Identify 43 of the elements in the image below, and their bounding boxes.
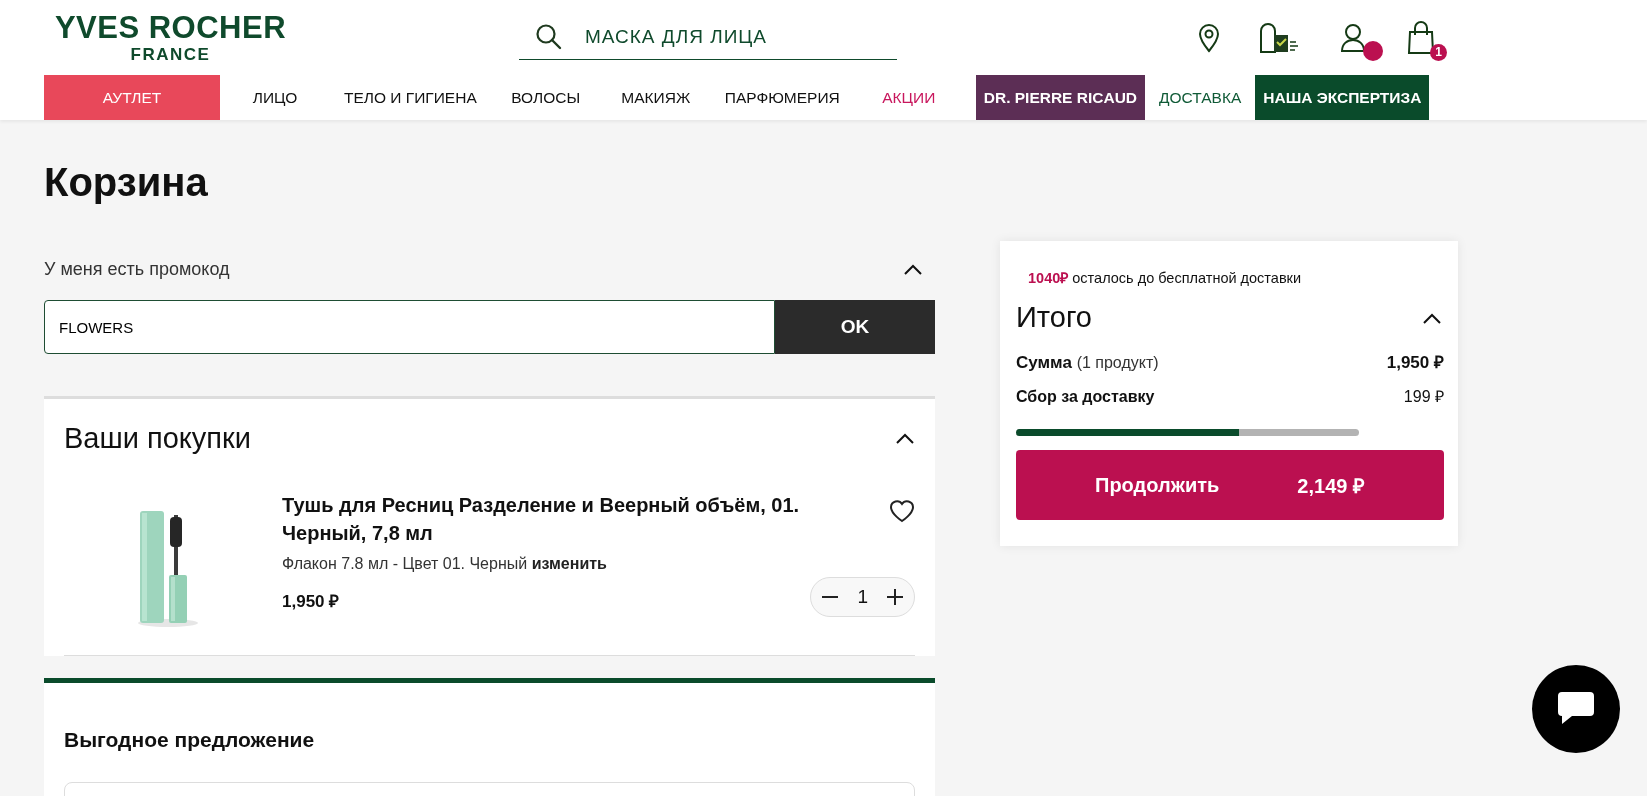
heart-icon[interactable] (889, 499, 915, 523)
logo-country: FRANCE (130, 46, 211, 63)
nav-link[interactable]: МАКИЯЖ (600, 75, 711, 120)
notification-dot (1363, 40, 1383, 61)
change-link[interactable]: изменить (531, 555, 607, 572)
apply-button[interactable]: OK (775, 300, 935, 354)
chevron-icon[interactable] (903, 263, 923, 275)
cart-count-badge: 1 (1430, 43, 1447, 61)
continue-button[interactable]: Продолжить 2,149 ₽ (1016, 450, 1444, 520)
delivery-fee-value: 199 ₽ (1403, 387, 1444, 407)
chevron-icon[interactable] (1422, 311, 1442, 324)
search-field[interactable]: МАСКА ДЛЯ ЛИЦА (583, 25, 897, 49)
page-title: Корзина (44, 160, 209, 205)
section-title: Выгодное предложение (64, 728, 316, 752)
summary-title: Итого (1016, 301, 1092, 334)
nav-link[interactable]: ЛИЦО (220, 75, 330, 120)
quantity-value: 1 (857, 586, 868, 608)
nav-link[interactable]: АКЦИИ (853, 75, 964, 120)
search-icon (535, 23, 563, 51)
nav-link[interactable]: ПАРФЮМЕРИЯ (710, 75, 854, 120)
sum-label: Сумма (1016, 353, 1072, 372)
promo-label: У меня есть промокод (44, 258, 230, 280)
section-title: Ваши покупки (64, 421, 251, 455)
nav-link[interactable]: НАША ЭКСПЕРТИЗА (1255, 75, 1430, 120)
nav-link[interactable]: DR. PIERRE RICAUD (975, 75, 1146, 120)
product-name[interactable]: Тушь для Ресниц Разделение и Веерный объём, 01. Черный, 7,8 мл (282, 491, 811, 547)
product-variant: Флакон 7.8 мл - Цвет 01. Черный (282, 555, 528, 572)
nav-link[interactable]: ТЕЛО И ГИГИЕНА (330, 75, 491, 120)
sum-value: 1,950 ₽ (1386, 352, 1444, 373)
product-count: (1 продукт) (1076, 354, 1159, 371)
shopping-bag-icon[interactable] (1407, 20, 1435, 55)
chevron-icon[interactable] (895, 432, 915, 444)
nav-link[interactable]: ВОЛОСЫ (490, 75, 601, 120)
free-delivery-text: осталось до бесплатной доставки (1072, 270, 1302, 286)
promo-code-field[interactable]: FLOWERS (44, 300, 775, 354)
remaining-amount: 1040₽ (1028, 270, 1069, 286)
location-pin-icon[interactable] (1197, 22, 1221, 53)
plus-icon[interactable] (886, 588, 904, 606)
product-price: 1,950 ₽ (282, 591, 341, 612)
logo-brand[interactable]: YVES ROCHER (54, 12, 287, 43)
delivery-fee-label: Сбор за доставку (1016, 388, 1155, 406)
nav-link[interactable]: ДОСТАВКА (1145, 75, 1256, 120)
nav-link[interactable]: АУТЛЕТ (44, 75, 220, 120)
